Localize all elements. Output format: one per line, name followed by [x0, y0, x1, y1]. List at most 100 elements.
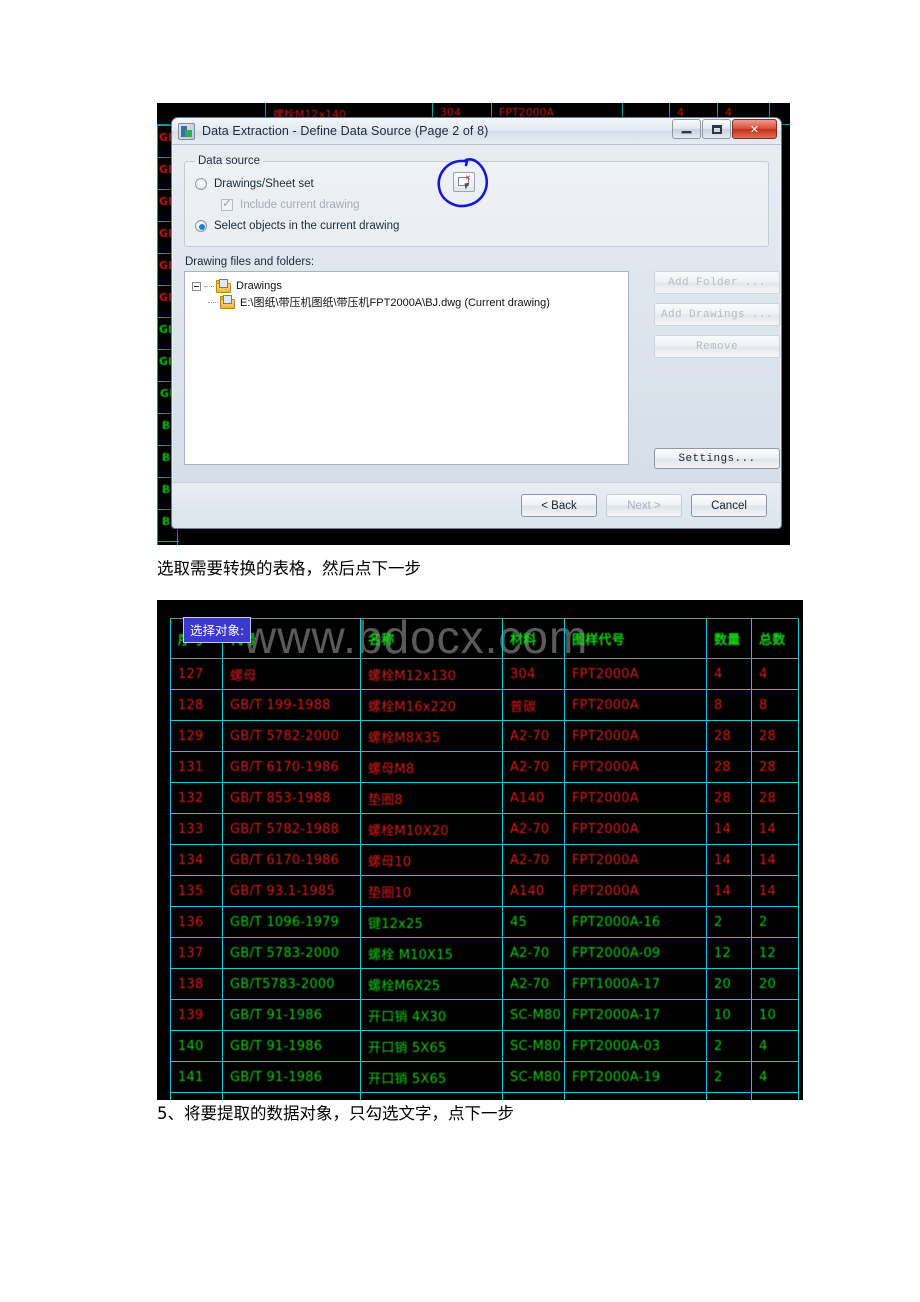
- table-cell: 螺栓M6X25: [360, 968, 503, 1000]
- table-cell: 127: [170, 658, 223, 690]
- table-cell: FPT2000A: [564, 813, 707, 845]
- table-cell: SC-M80: [502, 1061, 565, 1093]
- table-cell: 14: [751, 875, 799, 907]
- cad-cell-mark: B: [162, 419, 171, 432]
- table-cell: 133: [170, 813, 223, 845]
- table-cell: 28: [706, 720, 752, 752]
- dialog-titlebar[interactable]: Data Extraction - Define Data Source (Pa…: [172, 118, 781, 145]
- table-cell: 2: [706, 906, 752, 938]
- table-cell: FPT2000A-03: [564, 1030, 707, 1062]
- radio-select-objects-label: Select objects in the current drawing: [214, 219, 400, 232]
- table-cell: 2: [751, 906, 799, 938]
- drawing-file-icon: [220, 294, 235, 309]
- table-cell: 14: [706, 844, 752, 876]
- table-cell: 开口销 4X30: [360, 999, 503, 1031]
- table-cell: [564, 1092, 707, 1100]
- tree-row-current-drawing[interactable]: E:\图纸\带压机图纸\带压机FPT2000A\BJ.dwg (Current …: [192, 294, 628, 310]
- table-cell: 20: [751, 968, 799, 1000]
- tree-row-drawings[interactable]: Drawings: [192, 278, 628, 294]
- minimize-button[interactable]: [672, 119, 701, 139]
- tree-side-buttons: Add Folder ... Add Drawings ... Remove: [654, 271, 780, 367]
- dialog-title: Data Extraction - Define Data Source (Pa…: [202, 124, 489, 138]
- table-cell: FPT2000A-16: [564, 906, 707, 938]
- table-cell: GB/T 93.1-1985: [222, 875, 361, 907]
- table-cell: 螺栓M8X35: [360, 720, 503, 752]
- table-cell: GB/T 5782-1988: [222, 813, 361, 845]
- table-cell: GB/T 6170-1986: [222, 844, 361, 876]
- table-cell: 垫圈8: [360, 782, 503, 814]
- radio-icon: [195, 219, 207, 232]
- table-cell: 28: [751, 782, 799, 814]
- radio-select-objects[interactable]: Select objects in the current drawing: [195, 215, 758, 236]
- table-cell: 128: [170, 689, 223, 721]
- table-row: 141 GB/T 91-1986 开口销 5X65 SC-M80 FPT2000A-19…: [170, 1061, 799, 1093]
- table-cell: [706, 1092, 752, 1100]
- table-cell: 螺栓M10X20: [360, 813, 503, 845]
- cad-parts-table: 序号代号名称材料图样代号数量总数127螺母螺栓M12x130304FPT2000…: [170, 618, 799, 1100]
- table-cell: 135: [170, 875, 223, 907]
- table-cell: 138: [170, 968, 223, 1000]
- table-cell: 键12x25: [360, 906, 503, 938]
- collapse-icon[interactable]: [192, 281, 201, 291]
- add-drawings-button[interactable]: Add Drawings ...: [654, 303, 780, 326]
- table-cell: SC-M80: [502, 1030, 565, 1062]
- caption-select-table: 选取需要转换的表格，然后点下一步: [157, 559, 421, 578]
- back-button[interactable]: < Back: [521, 494, 597, 517]
- dialog-body: Data source Drawings/Sheet set Include c…: [172, 145, 781, 469]
- table-cell: FPT2000A-19: [564, 1061, 707, 1093]
- table-cell: 开口销 5X65: [360, 1061, 503, 1093]
- table-row: 135 GB/T 93.1-1985 垫圈10 A140 FPT2000A 14 14: [170, 875, 799, 907]
- radio-drawings-label: Drawings/Sheet set: [214, 177, 314, 190]
- maximize-button[interactable]: [702, 119, 731, 139]
- drawing-files-tree[interactable]: Drawings E:\图纸\带压机图纸\带压机FPT2000A\BJ.dwg …: [184, 271, 629, 465]
- table-cell: A140: [502, 782, 565, 814]
- close-icon: ✕: [749, 122, 760, 136]
- table-row: 132 GB/T 853-1988 垫圈8 A140 FPT2000A 28 28: [170, 782, 799, 814]
- table-cell: A2-70: [502, 751, 565, 783]
- table-row: 138 GB/T5783-2000 螺栓M6X25 A2-70 FPT1000A-17 2…: [170, 968, 799, 1000]
- table-cell: 140: [170, 1030, 223, 1062]
- checkbox-include-current-drawing: Include current drawing: [195, 194, 758, 215]
- window-controls: ✕: [671, 119, 777, 139]
- table-cell: 139: [170, 999, 223, 1031]
- table-cell: 普碳: [502, 689, 565, 721]
- next-button[interactable]: Next >: [606, 494, 682, 517]
- radio-drawings-sheet-set[interactable]: Drawings/Sheet set: [195, 173, 758, 194]
- table-cell: 开口销 5X65: [360, 1030, 503, 1062]
- add-folder-button[interactable]: Add Folder ...: [654, 271, 780, 294]
- radio-icon: [195, 177, 207, 190]
- table-cell: 螺栓M16x220: [360, 689, 503, 721]
- table-cell: 129: [170, 720, 223, 752]
- table-cell: A2-70: [502, 720, 565, 752]
- table-cell: 134: [170, 844, 223, 876]
- table-cell: 304: [502, 658, 565, 690]
- close-button[interactable]: ✕: [732, 119, 777, 139]
- select-objects-icon-button[interactable]: ✕: [453, 172, 475, 192]
- table-cell: 2: [706, 1030, 752, 1062]
- cad-dialog-screenshot: 螺栓M12x140 304 FPT2000A 4 4 GB GB GB GB G…: [157, 103, 790, 545]
- checkbox-include-label: Include current drawing: [240, 198, 360, 211]
- cad-cell-mark: B: [162, 451, 171, 464]
- table-header-cell: 材料: [502, 618, 565, 659]
- table-cell: 28: [706, 751, 752, 783]
- table-cell: A2-70: [502, 937, 565, 969]
- table-cell: GB/T 91-1986: [222, 1061, 361, 1093]
- table-cell: GB/T 1096-1979: [222, 906, 361, 938]
- table-row: 129 GB/T 5782-2000 螺栓M8X35 A2-70 FPT2000A 28 2…: [170, 720, 799, 752]
- table-cell: 8: [751, 689, 799, 721]
- settings-button[interactable]: Settings...: [654, 448, 780, 469]
- table-cell: A2-70: [502, 844, 565, 876]
- table-cell: FPT2000A-17: [564, 999, 707, 1031]
- table-cell: GB/T 199-1988: [222, 689, 361, 721]
- cancel-button[interactable]: Cancel: [691, 494, 767, 517]
- remove-button[interactable]: Remove: [654, 335, 780, 358]
- table-row: 131 GB/T 6170-1986 螺母M8 A2-70 FPT2000A 28 28: [170, 751, 799, 783]
- data-source-legend: Data source: [198, 155, 261, 167]
- table-cell: 14: [751, 844, 799, 876]
- table-cell: A2-70: [502, 968, 565, 1000]
- table-cell: FPT2000A: [564, 751, 707, 783]
- data-extraction-dialog: Data Extraction - Define Data Source (Pa…: [171, 117, 782, 529]
- table-cell: GB/T 853-1988: [222, 782, 361, 814]
- table-cell: 14: [706, 813, 752, 845]
- cad-cell-mark: B: [162, 515, 171, 528]
